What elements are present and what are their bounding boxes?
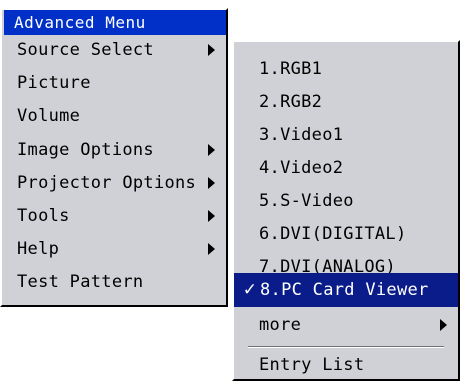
source-item-label: 5.S-Video (259, 191, 354, 211)
submenu-arrow-icon (208, 44, 215, 56)
source-item-label: Entry List (259, 355, 365, 375)
menu-item-picture[interactable]: Picture (2, 68, 226, 98)
source-item-rgb2[interactable]: 2.RGB2 (234, 85, 458, 119)
submenu-arrow-icon (208, 177, 215, 189)
source-item-label: 8.PC Card Viewer (260, 280, 429, 300)
submenu-arrow-icon (440, 319, 447, 331)
source-item-rgb1[interactable]: 1.RGB1 (234, 52, 458, 86)
menu-item-source-select[interactable]: Source Select (2, 35, 226, 65)
source-item-video2[interactable]: 4.Video2 (234, 151, 458, 185)
menu-item-label: Help (17, 239, 60, 259)
submenu-arrow-icon (208, 243, 215, 255)
source-item-label: 4.Video2 (259, 158, 344, 178)
source-item-label: 6.DVI(DIGITAL) (259, 224, 407, 244)
menu-item-tools[interactable]: Tools (2, 201, 226, 231)
source-item-label: 2.RGB2 (259, 92, 323, 112)
source-item-pc-card-viewer[interactable]: ✓ 8.PC Card Viewer (234, 273, 458, 307)
source-item-label: more (259, 315, 302, 335)
menu-title: Advanced Menu (4, 10, 226, 35)
menu-item-label: Picture (17, 73, 91, 93)
menu-item-label: Volume (17, 106, 81, 126)
menu-item-help[interactable]: Help (2, 234, 226, 264)
menu-item-label: Test Pattern (17, 272, 144, 292)
source-item-label: 3.Video1 (259, 125, 344, 145)
submenu-arrow-icon (208, 210, 215, 222)
menu-item-label: Source Select (17, 40, 154, 60)
source-item-video1[interactable]: 3.Video1 (234, 118, 458, 152)
menu-item-label: Image Options (17, 140, 154, 160)
menu-item-image-options[interactable]: Image Options (2, 135, 226, 165)
source-item-more[interactable]: more (234, 308, 458, 342)
source-item-s-video[interactable]: 5.S-Video (234, 184, 458, 218)
menu-item-test-pattern[interactable]: Test Pattern (2, 267, 226, 297)
checkmark-icon: ✓ (242, 280, 258, 300)
menu-item-label: Projector Options (17, 173, 197, 193)
source-item-label: 1.RGB1 (259, 59, 323, 79)
menu-item-volume[interactable]: Volume (2, 101, 226, 131)
menu-item-label: Tools (17, 206, 70, 226)
menu-item-projector-options[interactable]: Projector Options (2, 168, 226, 198)
source-item-entry-list[interactable]: Entry List (234, 348, 458, 382)
submenu-arrow-icon (208, 144, 215, 156)
advanced-menu: Advanced Menu Source Select Picture Volu… (0, 8, 228, 307)
source-item-dvi-digital[interactable]: 6.DVI(DIGITAL) (234, 217, 458, 251)
source-select-submenu: 1.RGB1 2.RGB2 3.Video1 4.Video2 5.S-Vide… (232, 40, 460, 381)
